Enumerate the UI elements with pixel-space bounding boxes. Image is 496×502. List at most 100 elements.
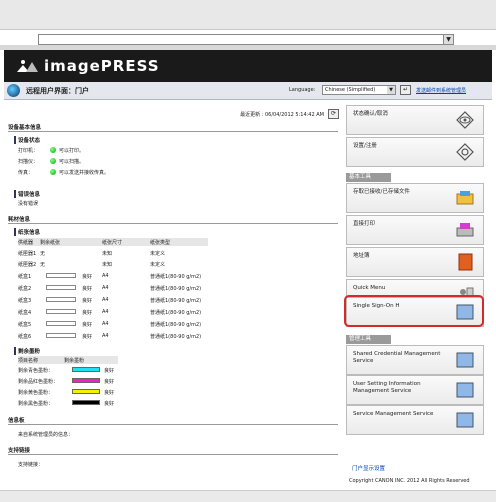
message-board-text: 来自系统管理员的信息： [18, 432, 74, 438]
window-icon [456, 412, 474, 428]
fax-status: 可以发送并接收传真。 [59, 170, 110, 176]
table-cell: 普通纸1(80-90 g/m2) [150, 298, 202, 304]
table-cell: A4 [102, 309, 109, 315]
language-label: Language: [289, 87, 316, 93]
gear-icon [456, 143, 474, 161]
table-cell: 未定义 [150, 251, 166, 257]
toner-black-bar [72, 400, 100, 405]
card-label: 设置/注册 [353, 143, 377, 149]
table-cell: 良好 [82, 334, 93, 340]
card-label: 状态确认/取消 [353, 111, 388, 117]
banner: imagePRESS [4, 50, 492, 82]
column-header: 剩余墨粉 [64, 358, 85, 364]
table-cell: A4 [102, 321, 109, 327]
admin-tools-heading: 管理工具 [346, 335, 391, 344]
card-label: Service Management Service [353, 411, 434, 417]
address-book-icon [458, 253, 473, 271]
column-header: 纸张类型 [150, 240, 171, 246]
address-bar[interactable]: ▼ [38, 34, 454, 45]
paper-level-bar [46, 321, 76, 326]
page-title: 远程用户界面：门户 [26, 87, 89, 95]
service-management-card[interactable]: Service Management Service [346, 405, 484, 435]
paper-level-bar [46, 333, 76, 338]
column-header: 纸张尺寸 [102, 240, 123, 246]
card-label: 地址簿 [353, 253, 370, 259]
main-panel: 最近更新 : 06/04/2012 5:14:42 AM ⟳ 设备基本信息 设备… [4, 101, 342, 488]
portal-display-settings-link[interactable]: 门户显示设置 [352, 464, 385, 472]
table-row: 纸匣器2 [18, 262, 37, 268]
table-row: 纸盒4 [18, 310, 32, 316]
printer-label: 打印机： [18, 148, 39, 154]
card-label: 存取已接收/已存储文件 [353, 189, 410, 195]
table-cell: 普通纸1(80-90 g/m2) [150, 334, 202, 340]
error-info-heading: 错误信息 [14, 190, 40, 198]
toner-cyan-bar [72, 367, 100, 372]
toner-table-header: 项目名称 剩余墨粉 [18, 356, 118, 364]
window-icon [456, 382, 474, 398]
scanner-label: 扫描仪： [18, 159, 39, 165]
table-cell: 普通纸1(80-90 g/m2) [150, 310, 202, 316]
brand-name: imagePRESS [44, 57, 160, 75]
paper-table-header: 供纸器 剩余纸张 纸张尺寸 纸张类型 [18, 238, 208, 246]
direct-print-card[interactable]: 直接打印 [346, 215, 484, 245]
table-cell: 无 [40, 251, 46, 257]
scanner-status: 可以扫描。 [59, 159, 85, 165]
logo-icon [17, 60, 38, 72]
column-header: 供纸器 [18, 240, 34, 246]
toner-status: 良好 [104, 390, 115, 396]
table-row: 纸盒2 [18, 286, 32, 292]
toner-status: 良好 [104, 379, 115, 385]
toner-row: 剩余青色墨粉： [18, 368, 54, 374]
card-label: 直接打印 [353, 221, 376, 227]
eye-icon [456, 111, 474, 129]
printer-icon [456, 223, 474, 237]
table-row: 纸盒5 [18, 322, 32, 328]
column-header: 剩余纸张 [40, 240, 61, 246]
table-cell: A4 [102, 333, 109, 339]
window-icon [456, 352, 474, 368]
mail-admin-link[interactable]: 发送邮件到系统管理员 [416, 87, 466, 94]
paper-level-bar [46, 273, 76, 278]
fax-label: 传真： [18, 170, 34, 176]
table-cell: 良好 [82, 274, 93, 280]
copyright: Copyright CANON INC. 2012 All Rights Res… [349, 478, 470, 484]
error-info-text: 没有错误 [18, 201, 39, 207]
printer-status: 可以打印。 [59, 148, 85, 154]
toner-row: 剩余黑色墨粉： [18, 401, 54, 407]
table-row: 纸盒3 [18, 298, 32, 304]
paper-info-heading: 纸张信息 [14, 228, 40, 236]
language-value: Chinese (Simplified) [325, 87, 376, 93]
shared-credential-card[interactable]: Shared Credential Management Service [346, 345, 484, 375]
folder-icon [456, 191, 474, 205]
table-cell: 无 [40, 262, 46, 268]
support-text: 支持链接： [18, 462, 44, 468]
table-cell: 普通纸1(80-90 g/m2) [150, 286, 202, 292]
user-setting-card[interactable]: User Setting Information Management Serv… [346, 375, 484, 405]
table-cell: A4 [102, 273, 109, 279]
language-go-button[interactable]: ↵ [400, 85, 411, 95]
message-board-heading: 信息板 [8, 416, 338, 425]
card-label: Quick Menu [353, 285, 386, 291]
table-row: 纸盒6 [18, 334, 32, 340]
consumables-heading: 耗材信息 [8, 215, 338, 224]
device-status-heading: 设备状态 [14, 136, 40, 144]
toner-row: 剩余品红色墨粉： [18, 379, 59, 385]
table-cell: 未定义 [150, 262, 166, 268]
table-cell: 普通纸1(80-90 g/m2) [150, 322, 202, 328]
basic-tools-heading: 基本工具 [346, 173, 391, 182]
stored-files-card[interactable]: 存取已接收/已存储文件 [346, 183, 484, 213]
subheader: 远程用户界面：门户 Language: Chinese (Simplified)… [4, 82, 492, 100]
status-monitor-card[interactable]: 状态确认/取消 [346, 105, 484, 135]
refresh-button[interactable]: ⟳ [328, 109, 339, 119]
settings-card[interactable]: 设置/注册 [346, 137, 484, 167]
status-ok-icon [50, 158, 56, 164]
browser-status-bar [0, 490, 496, 502]
table-cell: 良好 [82, 322, 93, 328]
support-heading: 支持链接 [8, 446, 338, 455]
language-select[interactable]: Chinese (Simplified) ▼ [322, 85, 396, 95]
status-ok-icon [50, 169, 56, 175]
address-dropdown[interactable]: ▼ [443, 35, 453, 44]
column-header: 项目名称 [18, 358, 39, 364]
address-book-card[interactable]: 地址簿 [346, 247, 484, 277]
table-row: 纸盒1 [18, 274, 32, 280]
